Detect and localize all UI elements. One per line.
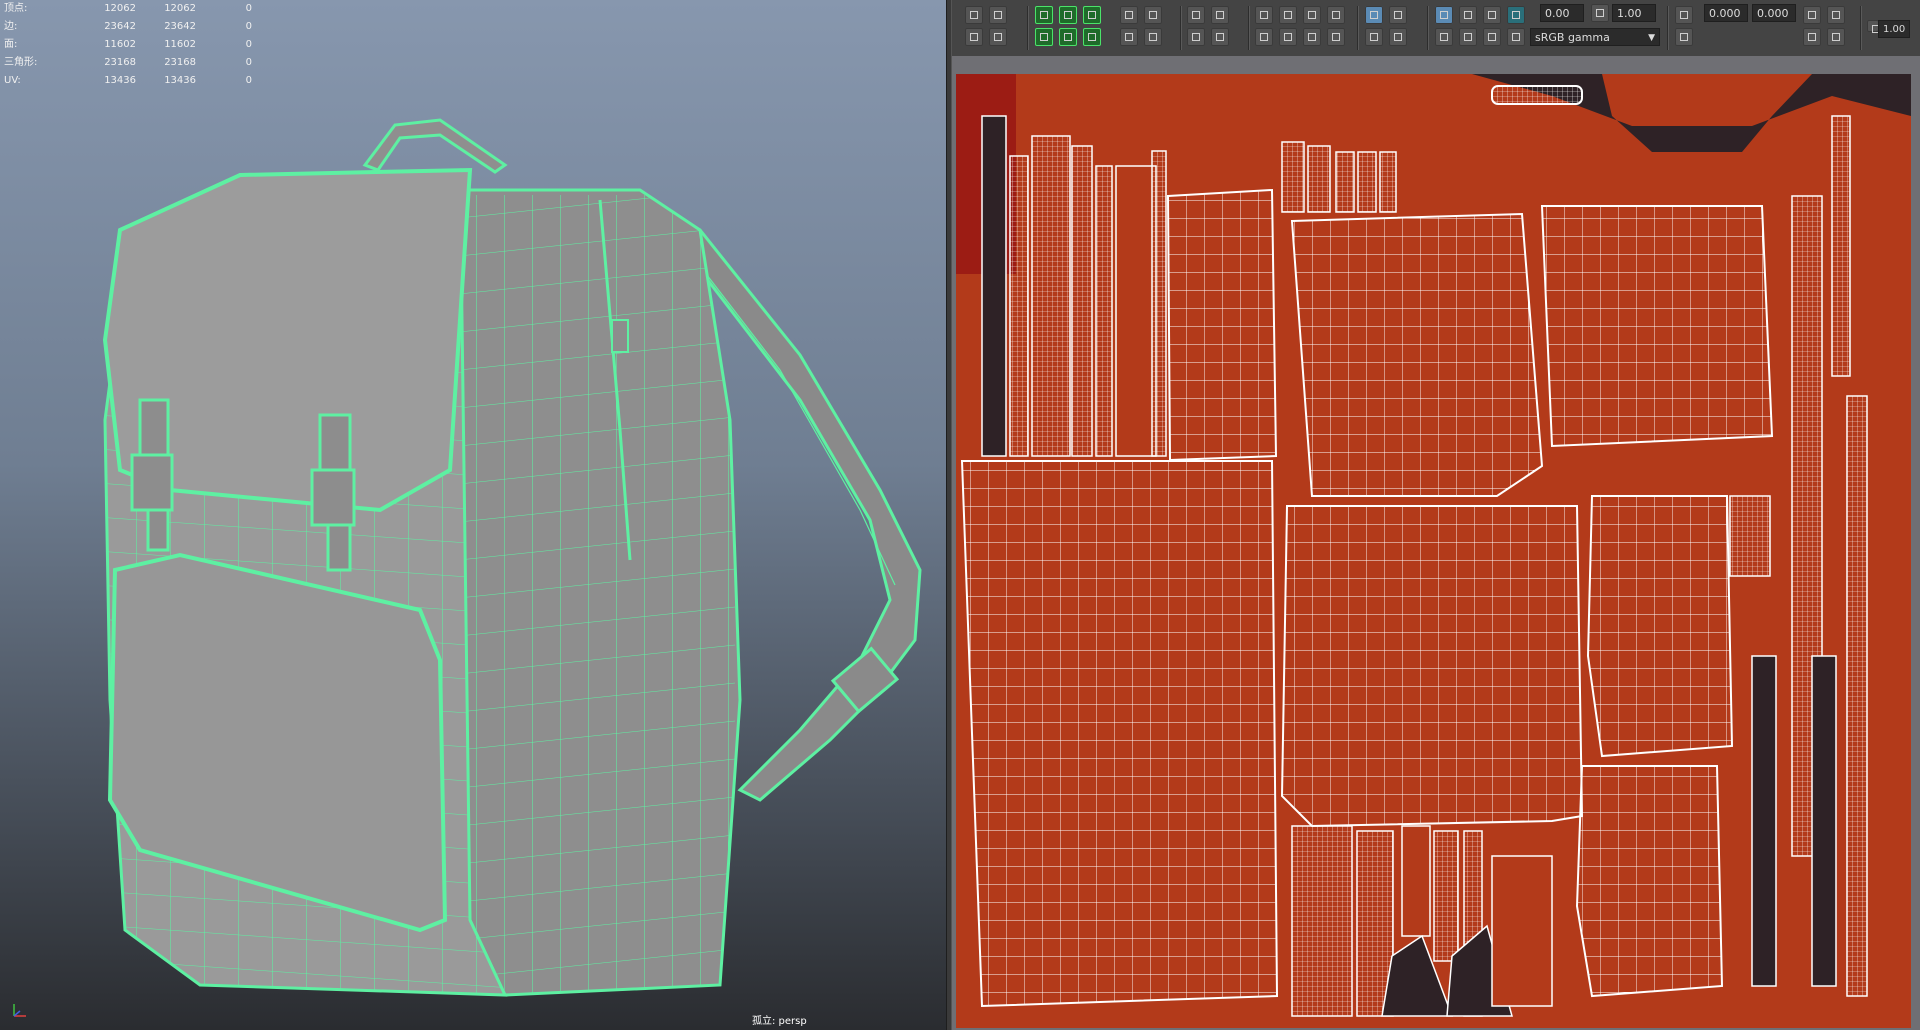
axis-gizmo-icon xyxy=(13,1004,26,1017)
move-icon[interactable] xyxy=(989,6,1007,24)
uv-editor[interactable]: 0.00 1.00 sRGB gamma ▼ 0.000 0.000 1.00 xyxy=(952,0,1920,1030)
uv-layout[interactable] xyxy=(952,56,1920,1030)
grid-icon[interactable] xyxy=(1211,6,1229,24)
checker-icon[interactable] xyxy=(1389,6,1407,24)
uv-shell xyxy=(1491,85,1583,105)
paste-icon[interactable] xyxy=(1827,28,1845,46)
grid-icon[interactable] xyxy=(1211,28,1229,46)
shell-icon[interactable] xyxy=(1035,6,1053,24)
toolbar-separator xyxy=(1667,6,1669,50)
uv-coord-icon[interactable] xyxy=(1675,6,1693,24)
checker-icon[interactable] xyxy=(1459,28,1477,46)
select-icon[interactable] xyxy=(965,6,983,24)
toolbar-separator xyxy=(1027,6,1029,50)
checker-icon[interactable] xyxy=(1365,6,1383,24)
grid-icon[interactable] xyxy=(1389,28,1407,46)
backpack-mesh[interactable] xyxy=(0,0,946,1030)
grid-tools xyxy=(1184,4,1244,48)
grid-icon[interactable] xyxy=(1187,28,1205,46)
shell-icon[interactable] xyxy=(1059,28,1077,46)
u-coordinate-field[interactable]: 0.000 xyxy=(1704,4,1748,22)
rotate-icon[interactable] xyxy=(965,28,983,46)
grid-icon[interactable] xyxy=(1187,6,1205,24)
align-icon[interactable] xyxy=(1327,28,1345,46)
copy-icon[interactable] xyxy=(1803,6,1821,24)
image-tools xyxy=(1432,4,1542,48)
copy-icon[interactable] xyxy=(1803,28,1821,46)
rgb-icon[interactable] xyxy=(1483,28,1501,46)
uv-shell-tools xyxy=(1032,4,1112,48)
shell-icon[interactable] xyxy=(1083,28,1101,46)
exposure-icon[interactable] xyxy=(1507,6,1525,24)
display-tools xyxy=(1362,4,1422,48)
paste-icon[interactable] xyxy=(1827,6,1845,24)
uv-strips-left xyxy=(981,115,1167,457)
camera-label: 孤立: persp xyxy=(752,1016,807,1027)
shell-icon[interactable] xyxy=(1035,28,1053,46)
snapshot-icon[interactable] xyxy=(1435,6,1453,24)
shell-icon[interactable] xyxy=(1059,6,1077,24)
align-icon[interactable] xyxy=(1255,6,1273,24)
flip-icon[interactable] xyxy=(1120,6,1138,24)
uv-coord-tools xyxy=(1672,4,1702,48)
gamma-icon[interactable] xyxy=(1591,4,1609,22)
flip-tools xyxy=(1117,4,1177,48)
chevron-down-icon: ▼ xyxy=(1648,33,1655,43)
scale-icon[interactable] xyxy=(989,28,1007,46)
toolbar-separator xyxy=(1427,6,1429,50)
v-coordinate-field[interactable]: 0.000 xyxy=(1752,4,1796,22)
align-icon[interactable] xyxy=(1279,6,1297,24)
grid-icon[interactable] xyxy=(1365,28,1383,46)
copy-paste-tools xyxy=(1800,4,1860,48)
toolbar-separator xyxy=(1357,6,1359,50)
toolbar-separator xyxy=(1860,6,1862,50)
align-icon[interactable] xyxy=(1303,6,1321,24)
top-handle xyxy=(362,118,508,174)
flip-icon[interactable] xyxy=(1144,6,1162,24)
toolbar-separator xyxy=(1248,6,1250,50)
align-icon[interactable] xyxy=(1327,6,1345,24)
align-icon[interactable] xyxy=(1255,28,1273,46)
align-icon[interactable] xyxy=(1303,28,1321,46)
align-icon[interactable] xyxy=(1279,28,1297,46)
gamma-field[interactable]: 1.00 xyxy=(1612,4,1656,22)
exposure-field[interactable]: 0.00 xyxy=(1540,4,1584,22)
uv-texture-canvas[interactable] xyxy=(952,56,1920,1030)
toolbar-separator xyxy=(1180,6,1182,50)
rotate-icon[interactable] xyxy=(1120,28,1138,46)
uv-coord-icon[interactable] xyxy=(1675,28,1693,46)
refresh-icon[interactable] xyxy=(1459,6,1477,24)
zoom-field[interactable]: 1.00 xyxy=(1878,20,1910,38)
shell-icon[interactable] xyxy=(1083,6,1101,24)
align-tools xyxy=(1252,4,1352,48)
selection-tools xyxy=(962,4,1022,48)
grid-icon[interactable] xyxy=(1435,28,1453,46)
perspective-viewport[interactable]: 顶点: 12062 12062 0 边: 23642 23642 0 面: 11… xyxy=(0,0,946,1030)
image-icon[interactable] xyxy=(1483,6,1501,24)
colorspace-value: sRGB gamma xyxy=(1535,31,1610,44)
rotate-icon[interactable] xyxy=(1144,28,1162,46)
colorspace-icon[interactable] xyxy=(1507,28,1525,46)
colorspace-dropdown[interactable]: sRGB gamma ▼ xyxy=(1530,28,1660,46)
uv-toolbar: 0.00 1.00 sRGB gamma ▼ 0.000 0.000 1.00 xyxy=(952,0,1920,57)
